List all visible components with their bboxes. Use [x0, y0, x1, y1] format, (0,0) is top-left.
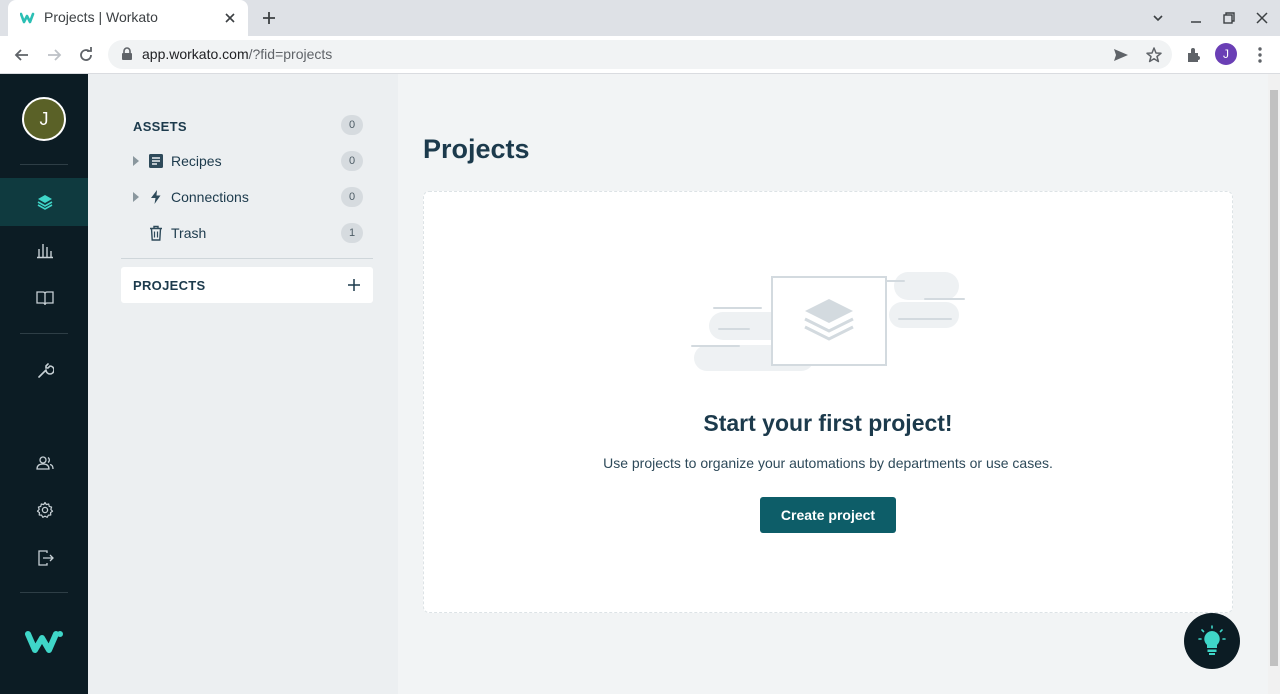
add-project-icon[interactable] — [347, 278, 361, 292]
nav-rail: J — [0, 74, 88, 694]
browser-tab-bar: Projects | Workato — [0, 0, 1280, 36]
scrollbar-thumb[interactable] — [1268, 88, 1280, 668]
logout-icon — [38, 550, 54, 566]
caret-right-icon[interactable] — [133, 192, 139, 202]
asset-item-trash[interactable]: Trash — [128, 217, 373, 249]
layers-icon — [37, 195, 53, 210]
rail-divider — [20, 333, 68, 334]
bar-chart-icon — [37, 244, 53, 259]
main-content: Projects Start your first project! Use p… — [398, 74, 1268, 694]
browser-menu-icon[interactable] — [1250, 45, 1270, 65]
trash-icon — [150, 225, 162, 241]
rail-divider — [20, 592, 68, 593]
tab-search-icon[interactable] — [1150, 10, 1166, 26]
close-tab-icon[interactable] — [222, 10, 238, 26]
help-button[interactable] — [1184, 613, 1240, 669]
page-title: Projects — [423, 134, 530, 164]
gear-icon — [36, 501, 54, 518]
users-icon — [36, 456, 54, 470]
forward-icon[interactable] — [44, 45, 64, 65]
back-icon[interactable] — [12, 45, 32, 65]
book-icon — [36, 291, 54, 306]
workato-favicon-icon — [20, 12, 35, 24]
caret-right-icon[interactable] — [133, 156, 139, 166]
create-project-button[interactable]: Create project — [760, 497, 896, 533]
browser-tab[interactable]: Projects | Workato — [8, 0, 248, 36]
rail-item-logout[interactable] — [0, 534, 88, 582]
assets-heading: ASSETS — [133, 119, 187, 134]
rail-item-dashboard[interactable] — [0, 226, 88, 274]
asset-item-label: Connections — [171, 189, 249, 205]
empty-state-description: Use projects to organize your automation… — [603, 455, 1053, 471]
empty-state-title: Start your first project! — [703, 410, 953, 436]
panel-divider — [121, 258, 373, 259]
lightning-icon — [151, 190, 161, 204]
empty-projects-illustration — [691, 272, 965, 371]
recipe-icon — [149, 154, 163, 168]
address-bar[interactable]: app.workato.com/?fid=projects — [108, 40, 1172, 69]
rail-item-projects[interactable] — [0, 178, 88, 226]
restore-icon[interactable] — [1221, 10, 1237, 26]
projects-section-header: PROJECTS — [121, 267, 373, 303]
star-icon[interactable] — [1145, 46, 1163, 64]
rail-item-docs[interactable] — [0, 274, 88, 322]
send-icon[interactable] — [1112, 46, 1130, 64]
asset-item-recipes[interactable]: Recipes — [128, 145, 373, 177]
reload-icon[interactable] — [76, 45, 96, 65]
assets-count-badge: 0 — [341, 115, 363, 135]
app-area: J ASSETS 0 Recipes 0 Connections 0 Trash… — [0, 74, 1280, 694]
rail-item-tools[interactable] — [0, 347, 88, 395]
lock-icon[interactable] — [120, 47, 134, 61]
asset-item-label: Trash — [171, 225, 207, 241]
new-tab-icon[interactable] — [261, 10, 277, 26]
asset-item-connections[interactable]: Connections — [128, 181, 373, 213]
extensions-icon[interactable] — [1184, 45, 1204, 65]
rail-item-members[interactable] — [0, 439, 88, 487]
lightbulb-icon — [1198, 625, 1226, 655]
empty-state-card: Start your first project! Use projects t… — [423, 191, 1233, 613]
trash-count-badge: 1 — [341, 223, 363, 243]
rail-item-settings[interactable] — [0, 486, 88, 534]
browser-toolbar: app.workato.com/?fid=projects J — [0, 36, 1280, 74]
wrench-icon — [38, 363, 54, 378]
projects-heading: PROJECTS — [133, 278, 206, 293]
recipes-count-badge: 0 — [341, 151, 363, 171]
rail-divider — [20, 164, 68, 165]
asset-item-label: Recipes — [171, 153, 222, 169]
user-avatar[interactable]: J — [22, 97, 66, 141]
minimize-icon[interactable] — [1188, 10, 1204, 26]
workato-logo-icon[interactable] — [24, 628, 64, 656]
profile-avatar[interactable]: J — [1215, 43, 1237, 65]
tab-title: Projects | Workato — [44, 9, 158, 25]
close-window-icon[interactable] — [1254, 10, 1270, 26]
connections-count-badge: 0 — [341, 187, 363, 207]
assets-panel: ASSETS 0 Recipes 0 Connections 0 Trash 1… — [88, 74, 398, 694]
url-text: app.workato.com/?fid=projects — [142, 46, 333, 62]
